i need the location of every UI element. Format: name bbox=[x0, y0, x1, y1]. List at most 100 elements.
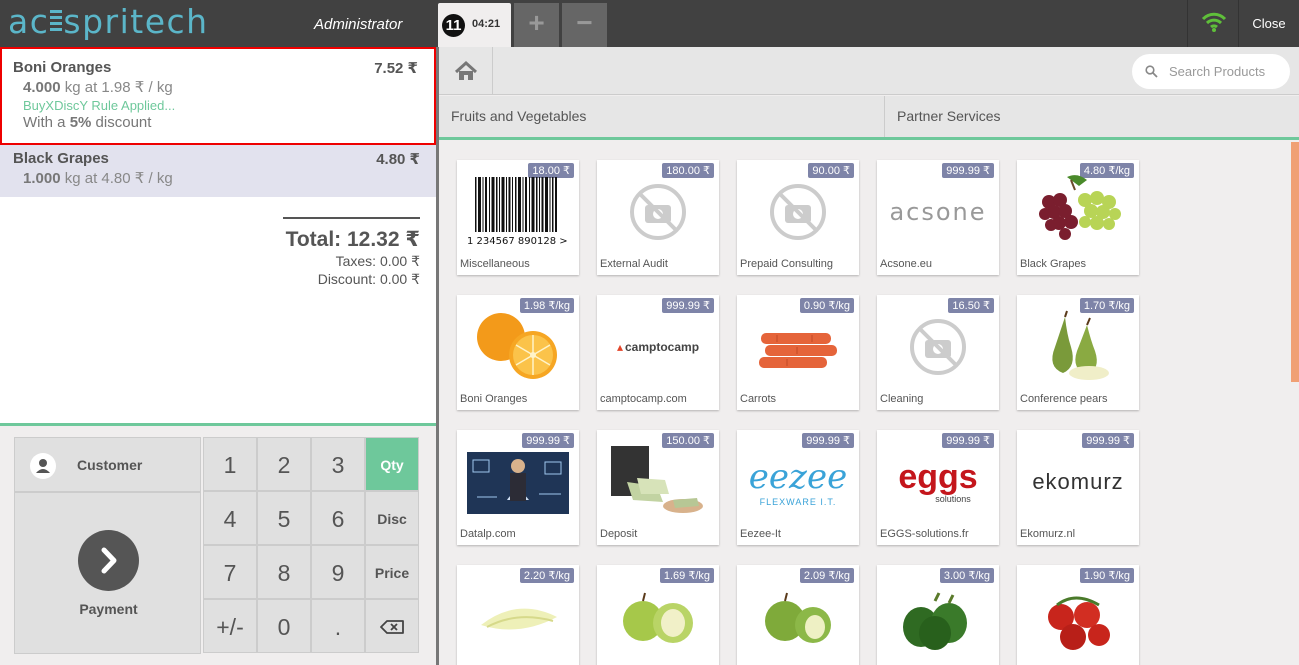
close-button[interactable]: Close bbox=[1238, 0, 1299, 47]
connection-status[interactable] bbox=[1187, 0, 1238, 47]
product-card[interactable]: 2.09 ₹/kg bbox=[737, 565, 859, 665]
mode-disc-button[interactable]: Disc bbox=[365, 491, 419, 545]
order-line-price: 7.52 ₹ bbox=[374, 60, 418, 77]
numpad-key-6[interactable]: 6 bbox=[311, 491, 365, 545]
order-tab[interactable]: 11 04:21 bbox=[438, 3, 511, 47]
product-card[interactable]: 16.50 ₹ Cleaning bbox=[877, 295, 999, 410]
product-name: Datalp.com bbox=[460, 528, 516, 540]
order-panel: Boni Oranges 7.52 ₹ 4.000 kg at 1.98 ₹ /… bbox=[0, 47, 436, 665]
product-name: Deposit bbox=[600, 528, 638, 540]
logo: ac spritech bbox=[8, 2, 209, 41]
product-card[interactable]: 18.00 ₹ 1 234567 890128 > Miscellaneous bbox=[457, 160, 579, 275]
order-number: 11 bbox=[442, 14, 465, 37]
product-name: Cleaning bbox=[880, 393, 924, 405]
grapes-image bbox=[1027, 172, 1129, 252]
numpad-key-2[interactable]: 2 bbox=[257, 437, 311, 491]
backspace-icon bbox=[380, 620, 404, 634]
product-card[interactable]: 2.20 ₹/kg bbox=[457, 565, 579, 665]
order-line[interactable]: Black Grapes 4.80 ₹ 1.000 kg at 4.80 ₹ /… bbox=[0, 145, 436, 197]
order-discount: Discount: 0.00 ₹ bbox=[317, 271, 420, 287]
product-card[interactable]: 3.00 ₹/kg bbox=[877, 565, 999, 665]
scrollbar[interactable] bbox=[1291, 142, 1299, 382]
no-image-icon bbox=[887, 307, 989, 387]
product-card[interactable]: 999.99 ₹ acsone Acsone.eu bbox=[877, 160, 999, 275]
order-line-name: Boni Oranges bbox=[13, 59, 112, 76]
home-button[interactable] bbox=[439, 47, 493, 95]
numpad-key-5[interactable]: 5 bbox=[257, 491, 311, 545]
remove-order-button[interactable]: − bbox=[562, 3, 607, 47]
product-card[interactable]: 4.80 ₹/kg Black Grapes bbox=[1017, 160, 1139, 275]
breadcrumb-bar: Search Products bbox=[439, 47, 1299, 95]
add-order-button[interactable]: + bbox=[514, 3, 559, 47]
order-line-selected[interactable]: Boni Oranges 7.52 ₹ 4.000 kg at 1.98 ₹ /… bbox=[0, 47, 436, 145]
product-name: Black Grapes bbox=[1020, 258, 1087, 270]
product-name: Ekomurz.nl bbox=[1020, 528, 1076, 540]
backspace-button[interactable] bbox=[365, 599, 419, 653]
product-card[interactable]: 1.90 ₹/kg bbox=[1017, 565, 1139, 665]
product-card[interactable]: 999.99 ₹ ▴ camptocamp camptocamp.com bbox=[597, 295, 719, 410]
mode-qty-button[interactable]: Qty bbox=[365, 437, 419, 491]
product-card[interactable]: 1.98 ₹/kg Boni Oranges bbox=[457, 295, 579, 410]
payment-label: Payment bbox=[79, 601, 138, 617]
search-placeholder: Search Products bbox=[1169, 64, 1266, 79]
carrots-image bbox=[747, 307, 849, 387]
product-card[interactable]: 150.00 ₹ Deposit bbox=[597, 430, 719, 545]
svg-text:1 234567 890128 >: 1 234567 890128 > bbox=[467, 236, 568, 247]
numpad-key-1[interactable]: 1 bbox=[203, 437, 257, 491]
category-partner-services[interactable]: Partner Services bbox=[885, 96, 1299, 137]
numpad-key-4[interactable]: 4 bbox=[203, 491, 257, 545]
control-pad: Customer Payment 1 2 3 Qty 4 5 6 Disc 7 … bbox=[0, 423, 436, 665]
tomatoes-image bbox=[1027, 577, 1129, 657]
customer-button[interactable]: Customer bbox=[14, 437, 201, 492]
eggs-logo: eggs solutions bbox=[898, 458, 978, 504]
product-name: Miscellaneous bbox=[460, 258, 530, 270]
order-line-info: 4.000 kg at 1.98 ₹ / kg bbox=[23, 79, 173, 96]
numpad-key-sign[interactable]: +/- bbox=[203, 599, 257, 653]
chevron-right-icon bbox=[78, 530, 139, 591]
search-icon bbox=[1145, 65, 1158, 78]
ekomurz-logo: ekomurz bbox=[1032, 469, 1124, 494]
order-total: Total: 12.32 ₹ bbox=[285, 228, 420, 251]
product-name: Prepaid Consulting bbox=[740, 258, 833, 270]
order-line-discount: With a 5% discount bbox=[23, 114, 152, 131]
order-taxes: Taxes: 0.00 ₹ bbox=[335, 253, 420, 269]
product-name: EGGS-solutions.fr bbox=[880, 528, 969, 540]
datalp-image bbox=[467, 442, 569, 522]
numpad-key-dot[interactable]: . bbox=[311, 599, 365, 653]
product-name: Conference pears bbox=[1020, 393, 1108, 405]
peppers-image bbox=[887, 577, 989, 657]
numpad-key-0[interactable]: 0 bbox=[257, 599, 311, 653]
numpad-key-8[interactable]: 8 bbox=[257, 545, 311, 599]
numpad-key-3[interactable]: 3 bbox=[311, 437, 365, 491]
product-card[interactable]: 999.99 ₹ Datalp.com bbox=[457, 430, 579, 545]
pears-image bbox=[1027, 307, 1129, 387]
product-name: Boni Oranges bbox=[460, 393, 528, 405]
order-summary: Total: 12.32 ₹ Taxes: 0.00 ₹ Discount: 0… bbox=[283, 217, 420, 288]
product-card[interactable]: 999.99 ₹ eggs solutions EGGS-solutions.f… bbox=[877, 430, 999, 545]
product-name: External Audit bbox=[600, 258, 668, 270]
category-bar: Fruits and Vegetables Partner Services bbox=[439, 96, 1299, 140]
payment-button[interactable]: Payment bbox=[14, 492, 201, 654]
numpad-key-7[interactable]: 7 bbox=[203, 545, 257, 599]
acsone-logo: acsone bbox=[889, 198, 987, 226]
customer-label: Customer bbox=[77, 457, 143, 473]
product-card[interactable]: 90.00 ₹ Prepaid Consulting bbox=[737, 160, 859, 275]
username: Administrator bbox=[314, 16, 403, 33]
product-card[interactable]: 999.99 ₹ eezee FLEXWARE I.T. Eezee-It bbox=[737, 430, 859, 545]
category-fruits-and-vegetables[interactable]: Fruits and Vegetables bbox=[439, 96, 885, 137]
numpad-key-9[interactable]: 9 bbox=[311, 545, 365, 599]
product-card[interactable]: 180.00 ₹ External Audit bbox=[597, 160, 719, 275]
barcode-icon: 1 234567 890128 > bbox=[467, 172, 569, 252]
oranges-image bbox=[467, 307, 569, 387]
product-card[interactable]: 999.99 ₹ ekomurz Ekomurz.nl bbox=[1017, 430, 1139, 545]
search-input[interactable]: Search Products bbox=[1132, 54, 1290, 89]
order-line-info: 1.000 kg at 4.80 ₹ / kg bbox=[23, 170, 173, 187]
camptocamp-logo: ▴ camptocamp bbox=[616, 340, 700, 354]
product-card[interactable]: 1.69 ₹/kg bbox=[597, 565, 719, 665]
product-name: Carrots bbox=[740, 393, 777, 405]
order-line-name: Black Grapes bbox=[13, 150, 109, 167]
product-card[interactable]: 0.90 ₹/kg Carrots bbox=[737, 295, 859, 410]
mode-price-button[interactable]: Price bbox=[365, 545, 419, 599]
product-card[interactable]: 1.70 ₹/kg Conference pears bbox=[1017, 295, 1139, 410]
home-icon bbox=[454, 60, 478, 80]
